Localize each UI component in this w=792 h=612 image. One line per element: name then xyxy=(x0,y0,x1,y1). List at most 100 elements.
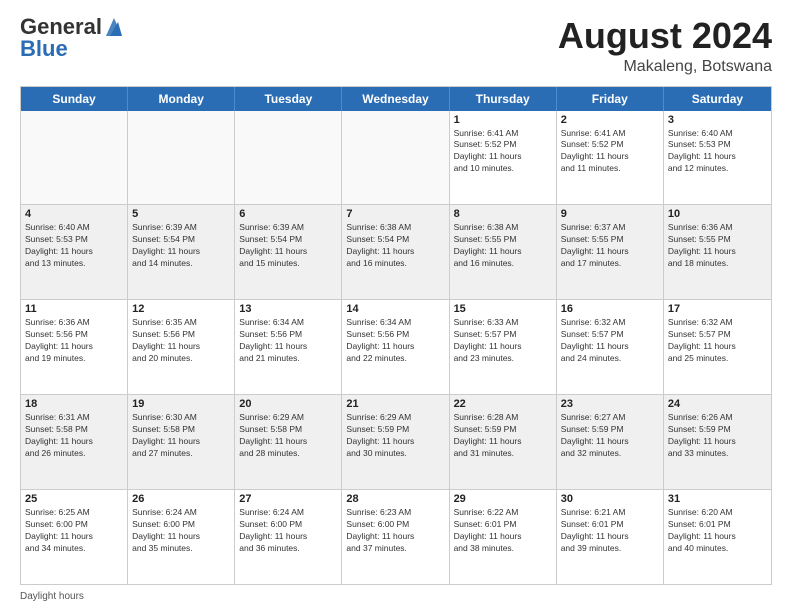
calendar-cell-day-8: 8 Sunrise: 6:38 AM Sunset: 5:55 PM Daylig… xyxy=(450,205,557,299)
day-number: 4 xyxy=(25,208,123,220)
day-info: Sunrise: 6:30 AM Sunset: 5:58 PM Dayligh… xyxy=(132,412,230,460)
calendar-cell-day-13: 13 Sunrise: 6:34 AM Sunset: 5:56 PM Dayli… xyxy=(235,300,342,394)
day-info: Sunrise: 6:28 AM Sunset: 5:59 PM Dayligh… xyxy=(454,412,552,460)
logo: General Blue xyxy=(20,16,124,62)
calendar-cell-day-3: 3 Sunrise: 6:40 AM Sunset: 5:53 PM Daylig… xyxy=(664,111,771,205)
day-info: Sunrise: 6:41 AM Sunset: 5:52 PM Dayligh… xyxy=(561,128,659,176)
day-number: 27 xyxy=(239,493,337,505)
calendar-cell-day-17: 17Sunrise: 6:32 AM Sunset: 5:57 PM Dayli… xyxy=(664,300,771,394)
day-info: Sunrise: 6:20 AM Sunset: 6:01 PM Dayligh… xyxy=(668,507,767,555)
day-number: 28 xyxy=(346,493,444,505)
day-info: Sunrise: 6:34 AM Sunset: 5:56 PM Dayligh… xyxy=(346,317,444,365)
day-of-week-sunday: Sunday xyxy=(21,87,128,111)
day-info: Sunrise: 6:40 AM Sunset: 5:53 PM Dayligh… xyxy=(668,128,767,176)
day-info: Sunrise: 6:39 AM Sunset: 5:54 PM Dayligh… xyxy=(132,222,230,270)
day-info: Sunrise: 6:36 AM Sunset: 5:55 PM Dayligh… xyxy=(668,222,767,270)
day-info: Sunrise: 6:36 AM Sunset: 5:56 PM Dayligh… xyxy=(25,317,123,365)
day-number: 23 xyxy=(561,398,659,410)
calendar-cell-day-12: 12Sunrise: 6:35 AM Sunset: 5:56 PM Dayli… xyxy=(128,300,235,394)
day-of-week-wednesday: Wednesday xyxy=(342,87,449,111)
day-number: 25 xyxy=(25,493,123,505)
calendar-cell-empty xyxy=(128,111,235,205)
day-info: Sunrise: 6:38 AM Sunset: 5:55 PM Dayligh… xyxy=(454,222,552,270)
calendar-cell-empty xyxy=(21,111,128,205)
calendar: SundayMondayTuesdayWednesdayThursdayFrid… xyxy=(20,86,772,585)
calendar-cell-day-21: 21Sunrise: 6:29 AM Sunset: 5:59 PM Dayli… xyxy=(342,395,449,489)
day-number: 2 xyxy=(561,114,659,126)
day-number: 14 xyxy=(346,303,444,315)
calendar-cell-day-5: 5 Sunrise: 6:39 AM Sunset: 5:54 PM Daylig… xyxy=(128,205,235,299)
day-info: Sunrise: 6:38 AM Sunset: 5:54 PM Dayligh… xyxy=(346,222,444,270)
header: General Blue August 2024 Makaleng, Botsw… xyxy=(20,16,772,76)
calendar-week-2: 4 Sunrise: 6:40 AM Sunset: 5:53 PM Daylig… xyxy=(21,204,771,299)
calendar-header: SundayMondayTuesdayWednesdayThursdayFrid… xyxy=(21,87,771,111)
day-of-week-friday: Friday xyxy=(557,87,664,111)
day-number: 12 xyxy=(132,303,230,315)
logo-icon xyxy=(104,16,124,38)
title-block: August 2024 Makaleng, Botswana xyxy=(558,16,772,76)
page: General Blue August 2024 Makaleng, Botsw… xyxy=(0,0,792,612)
calendar-cell-day-6: 6 Sunrise: 6:39 AM Sunset: 5:54 PM Daylig… xyxy=(235,205,342,299)
day-of-week-saturday: Saturday xyxy=(664,87,771,111)
calendar-cell-day-7: 7 Sunrise: 6:38 AM Sunset: 5:54 PM Daylig… xyxy=(342,205,449,299)
day-number: 26 xyxy=(132,493,230,505)
day-number: 5 xyxy=(132,208,230,220)
day-info: Sunrise: 6:29 AM Sunset: 5:58 PM Dayligh… xyxy=(239,412,337,460)
day-number: 8 xyxy=(454,208,552,220)
calendar-cell-day-24: 24Sunrise: 6:26 AM Sunset: 5:59 PM Dayli… xyxy=(664,395,771,489)
day-number: 15 xyxy=(454,303,552,315)
day-info: Sunrise: 6:24 AM Sunset: 6:00 PM Dayligh… xyxy=(239,507,337,555)
calendar-cell-day-22: 22 Sunrise: 6:28 AM Sunset: 5:59 PM Dayli… xyxy=(450,395,557,489)
calendar-cell-day-23: 23 Sunrise: 6:27 AM Sunset: 5:59 PM Dayli… xyxy=(557,395,664,489)
day-number: 13 xyxy=(239,303,337,315)
day-number: 11 xyxy=(25,303,123,315)
day-number: 29 xyxy=(454,493,552,505)
day-info: Sunrise: 6:37 AM Sunset: 5:55 PM Dayligh… xyxy=(561,222,659,270)
calendar-cell-empty xyxy=(342,111,449,205)
day-info: Sunrise: 6:25 AM Sunset: 6:00 PM Dayligh… xyxy=(25,507,123,555)
logo-general-text: General xyxy=(20,16,102,38)
day-number: 24 xyxy=(668,398,767,410)
calendar-cell-empty xyxy=(235,111,342,205)
day-info: Sunrise: 6:24 AM Sunset: 6:00 PM Dayligh… xyxy=(132,507,230,555)
day-info: Sunrise: 6:22 AM Sunset: 6:01 PM Dayligh… xyxy=(454,507,552,555)
location-title: Makaleng, Botswana xyxy=(558,58,772,76)
day-info: Sunrise: 6:40 AM Sunset: 5:53 PM Dayligh… xyxy=(25,222,123,270)
day-info: Sunrise: 6:39 AM Sunset: 5:54 PM Dayligh… xyxy=(239,222,337,270)
day-number: 6 xyxy=(239,208,337,220)
day-number: 22 xyxy=(454,398,552,410)
day-of-week-thursday: Thursday xyxy=(450,87,557,111)
day-info: Sunrise: 6:34 AM Sunset: 5:56 PM Dayligh… xyxy=(239,317,337,365)
day-number: 18 xyxy=(25,398,123,410)
calendar-cell-day-18: 18Sunrise: 6:31 AM Sunset: 5:58 PM Dayli… xyxy=(21,395,128,489)
day-number: 9 xyxy=(561,208,659,220)
calendar-cell-day-16: 16Sunrise: 6:32 AM Sunset: 5:57 PM Dayli… xyxy=(557,300,664,394)
calendar-cell-day-15: 15Sunrise: 6:33 AM Sunset: 5:57 PM Dayli… xyxy=(450,300,557,394)
calendar-cell-day-9: 9 Sunrise: 6:37 AM Sunset: 5:55 PM Daylig… xyxy=(557,205,664,299)
footer: Daylight hours xyxy=(20,591,772,602)
day-number: 17 xyxy=(668,303,767,315)
calendar-week-3: 11 Sunrise: 6:36 AM Sunset: 5:56 PM Dayli… xyxy=(21,299,771,394)
calendar-cell-day-19: 19 Sunrise: 6:30 AM Sunset: 5:58 PM Dayli… xyxy=(128,395,235,489)
calendar-cell-day-2: 2 Sunrise: 6:41 AM Sunset: 5:52 PM Daylig… xyxy=(557,111,664,205)
calendar-cell-day-20: 20 Sunrise: 6:29 AM Sunset: 5:58 PM Dayli… xyxy=(235,395,342,489)
day-of-week-tuesday: Tuesday xyxy=(235,87,342,111)
day-info: Sunrise: 6:27 AM Sunset: 5:59 PM Dayligh… xyxy=(561,412,659,460)
day-number: 20 xyxy=(239,398,337,410)
month-title: August 2024 xyxy=(558,16,772,56)
day-number: 16 xyxy=(561,303,659,315)
logo-blue-text: Blue xyxy=(20,36,68,62)
day-number: 7 xyxy=(346,208,444,220)
day-number: 3 xyxy=(668,114,767,126)
day-number: 31 xyxy=(668,493,767,505)
calendar-cell-day-27: 27 Sunrise: 6:24 AM Sunset: 6:00 PM Dayli… xyxy=(235,490,342,584)
day-number: 1 xyxy=(454,114,552,126)
calendar-cell-day-30: 30 Sunrise: 6:21 AM Sunset: 6:01 PM Dayli… xyxy=(557,490,664,584)
calendar-week-4: 18Sunrise: 6:31 AM Sunset: 5:58 PM Dayli… xyxy=(21,394,771,489)
calendar-cell-day-25: 25 Sunrise: 6:25 AM Sunset: 6:00 PM Dayli… xyxy=(21,490,128,584)
day-number: 19 xyxy=(132,398,230,410)
day-info: Sunrise: 6:21 AM Sunset: 6:01 PM Dayligh… xyxy=(561,507,659,555)
day-number: 30 xyxy=(561,493,659,505)
day-info: Sunrise: 6:41 AM Sunset: 5:52 PM Dayligh… xyxy=(454,128,552,176)
day-number: 10 xyxy=(668,208,767,220)
